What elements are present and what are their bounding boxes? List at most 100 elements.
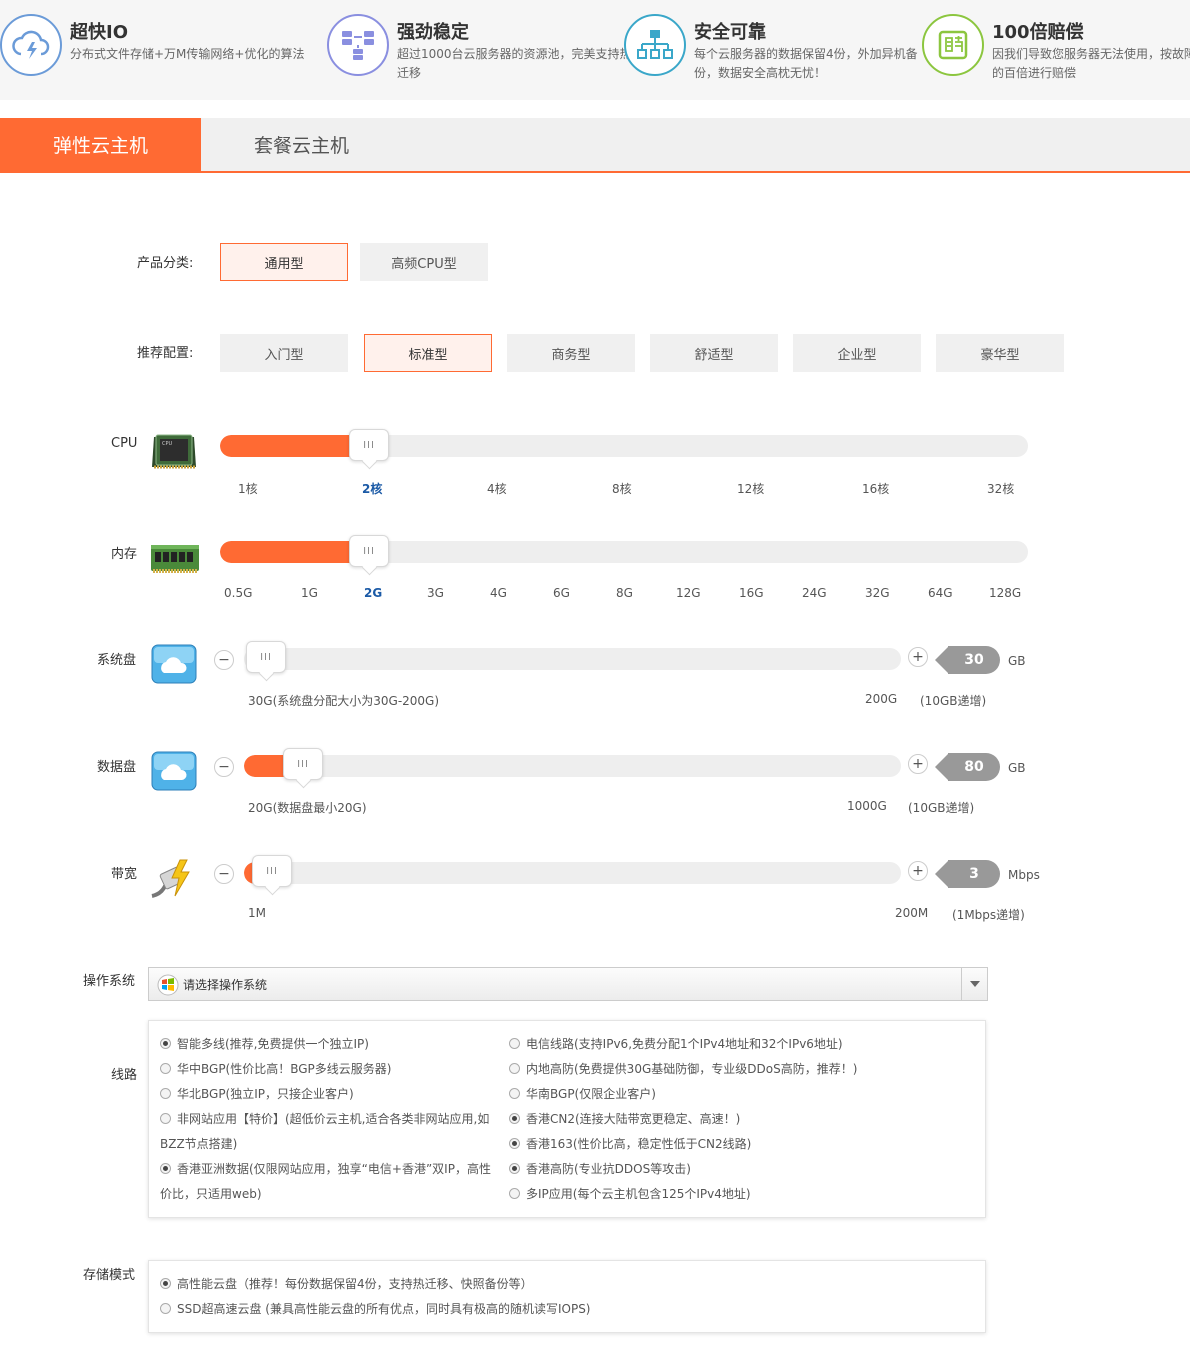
radio-button[interactable] bbox=[160, 1038, 171, 1049]
cpu-tick[interactable]: 4核 bbox=[487, 480, 507, 497]
memory-tick[interactable]: 16G bbox=[739, 586, 764, 600]
network-tree-icon bbox=[624, 14, 686, 76]
line-option-multi-ip[interactable]: 多IP应用(每个云主机包含125个IPv4地址) bbox=[509, 1182, 751, 1207]
category-option-general[interactable]: 通用型 bbox=[220, 243, 348, 281]
memory-tick[interactable]: 1G bbox=[301, 586, 318, 600]
memory-tick[interactable]: 64G bbox=[928, 586, 953, 600]
svg-text:CPU: CPU bbox=[162, 441, 173, 447]
storage-option-ssd[interactable]: SSD超高速云盘 (兼具高性能云盘的所有优点，同时具有极高的随机读写IOPS) bbox=[160, 1297, 591, 1322]
preset-option-business[interactable]: 商务型 bbox=[507, 334, 635, 372]
bandwidth-max-label: 200M bbox=[895, 906, 929, 920]
storage-label: 存储模式 bbox=[83, 1268, 136, 1283]
line-option-south-bgp[interactable]: 华南BGP(仅限企业客户) bbox=[509, 1082, 656, 1107]
line-option-mainland-ddos[interactable]: 内地高防(免费提供30G基础防御，专业级DDoS高防，推荐！) bbox=[509, 1057, 857, 1082]
radio-label: 香港CN2(连接大陆带宽更稳定、高速！) bbox=[526, 1112, 741, 1126]
memory-tick[interactable]: 128G bbox=[989, 586, 1021, 600]
system-disk-max-label: 200G bbox=[865, 692, 898, 706]
radio-button[interactable] bbox=[509, 1163, 520, 1174]
memory-slider-track[interactable] bbox=[220, 541, 1028, 563]
data-disk-increase-button[interactable]: + bbox=[908, 754, 928, 774]
cpu-tick[interactable]: 32核 bbox=[987, 480, 1014, 497]
cpu-tick[interactable]: 1核 bbox=[238, 480, 258, 497]
system-disk-decrease-button[interactable]: − bbox=[214, 650, 234, 670]
cpu-tick-selected[interactable]: 2核 bbox=[362, 480, 382, 497]
compensation-icon bbox=[922, 14, 984, 76]
line-option-smart-multiline[interactable]: 智能多线(推荐,免费提供一个独立IP) bbox=[160, 1032, 369, 1057]
bandwidth-slider-handle[interactable]: III bbox=[252, 855, 292, 887]
line-option-non-web[interactable]: 非网站应用【特价】(超低价云主机,适合各类非网站应用,如 bbox=[160, 1107, 489, 1132]
radio-button[interactable] bbox=[160, 1278, 171, 1289]
radio-button[interactable] bbox=[160, 1113, 171, 1124]
radio-label: 香港高防(专业抗DDOS等攻击) bbox=[526, 1162, 691, 1176]
memory-tick[interactable]: 24G bbox=[802, 586, 827, 600]
line-option-hk-163[interactable]: 香港163(性价比高，稳定性低于CN2线路) bbox=[509, 1132, 751, 1157]
feature-strip: 超快IO 分布式文件存储+万M传输网络+优化的算法 强劲稳定 超过1000台云服… bbox=[0, 0, 1190, 100]
data-disk-step-label: (10GB递增) bbox=[908, 801, 975, 815]
system-disk-increase-button[interactable]: + bbox=[908, 647, 928, 667]
preset-option-standard[interactable]: 标准型 bbox=[364, 334, 492, 372]
radio-label: 华中BGP(性价比高！BGP多线云服务器) bbox=[177, 1062, 392, 1076]
radio-button[interactable] bbox=[509, 1113, 520, 1124]
system-disk-value: 30 bbox=[948, 646, 1000, 674]
preset-option-entry[interactable]: 入门型 bbox=[220, 334, 348, 372]
radio-button[interactable] bbox=[509, 1138, 520, 1149]
memory-tick[interactable]: 8G bbox=[616, 586, 633, 600]
feature-title: 安全可靠 bbox=[694, 22, 766, 43]
chevron-down-icon[interactable] bbox=[961, 968, 987, 1000]
tab-package-host[interactable]: 套餐云主机 bbox=[201, 118, 402, 171]
preset-option-enterprise[interactable]: 企业型 bbox=[793, 334, 921, 372]
cpu-label: CPU bbox=[111, 436, 138, 451]
feature-title: 强劲稳定 bbox=[397, 22, 469, 43]
memory-tick[interactable]: 4G bbox=[490, 586, 507, 600]
radio-button[interactable] bbox=[160, 1088, 171, 1099]
line-option-hk-cn2[interactable]: 香港CN2(连接大陆带宽更稳定、高速！) bbox=[509, 1107, 740, 1132]
radio-button[interactable] bbox=[509, 1063, 520, 1074]
data-disk-decrease-button[interactable]: − bbox=[214, 757, 234, 777]
memory-tick-selected[interactable]: 2G bbox=[364, 586, 382, 600]
cpu-tick[interactable]: 16核 bbox=[862, 480, 889, 497]
line-option-central-bgp[interactable]: 华中BGP(性价比高！BGP多线云服务器) bbox=[160, 1057, 391, 1082]
ram-module-icon bbox=[150, 541, 200, 581]
bandwidth-unit: Mbps bbox=[1008, 868, 1040, 882]
radio-button[interactable] bbox=[160, 1303, 171, 1314]
os-select[interactable]: 请选择操作系统 bbox=[148, 967, 988, 1001]
line-option-telecom[interactable]: 电信线路(支持IPv6,免费分配1个IPv4地址和32个IPv6地址) bbox=[509, 1032, 843, 1057]
line-options-panel: 智能多线(推荐,免费提供一个独立IP) 华中BGP(性价比高！BGP多线云服务器… bbox=[148, 1020, 986, 1218]
memory-tick[interactable]: 6G bbox=[553, 586, 570, 600]
memory-tick[interactable]: 32G bbox=[865, 586, 890, 600]
cpu-slider-track[interactable] bbox=[220, 435, 1028, 457]
data-disk-slider-handle[interactable]: III bbox=[283, 748, 323, 780]
memory-slider-handle[interactable]: III bbox=[349, 535, 389, 567]
storage-option-high-perf[interactable]: 高性能云盘（推荐！每份数据保留4份，支持热迁移、快照备份等） bbox=[160, 1272, 533, 1297]
line-option-hk-ddos[interactable]: 香港高防(专业抗DDOS等攻击) bbox=[509, 1157, 691, 1182]
memory-tick[interactable]: 12G bbox=[676, 586, 701, 600]
network-cable-icon bbox=[150, 856, 200, 906]
bandwidth-slider-track[interactable] bbox=[244, 862, 901, 884]
bandwidth-increase-button[interactable]: + bbox=[908, 861, 928, 881]
tab-elastic-host[interactable]: 弹性云主机 bbox=[0, 118, 201, 171]
radio-label: SSD超高速云盘 (兼具高性能云盘的所有优点，同时具有极高的随机读写IOPS) bbox=[177, 1302, 591, 1316]
bandwidth-decrease-button[interactable]: − bbox=[214, 864, 234, 884]
radio-button[interactable] bbox=[160, 1163, 171, 1174]
category-option-high-freq-cpu[interactable]: 高频CPU型 bbox=[360, 243, 488, 281]
data-disk-slider-track[interactable] bbox=[244, 755, 901, 777]
radio-button[interactable] bbox=[509, 1038, 520, 1049]
line-option-hk-asia-data[interactable]: 香港亚洲数据(仅限网站应用，独享“电信+香港”双IP，高性 bbox=[160, 1157, 491, 1182]
system-disk-slider-handle[interactable]: III bbox=[246, 641, 286, 673]
cpu-tick[interactable]: 12核 bbox=[737, 480, 764, 497]
system-disk-slider-track[interactable] bbox=[244, 648, 901, 670]
memory-tick[interactable]: 3G bbox=[427, 586, 444, 600]
radio-label: 多IP应用(每个云主机包含125个IPv4地址) bbox=[526, 1187, 751, 1201]
preset-option-comfort[interactable]: 舒适型 bbox=[650, 334, 778, 372]
preset-option-luxury[interactable]: 豪华型 bbox=[936, 334, 1064, 372]
radio-button[interactable] bbox=[509, 1088, 520, 1099]
radio-button[interactable] bbox=[509, 1188, 520, 1199]
cpu-slider-handle[interactable]: III bbox=[349, 429, 389, 461]
data-disk-label: 数据盘 bbox=[97, 760, 137, 775]
line-option-north-bgp[interactable]: 华北BGP(独立IP，只接企业客户) bbox=[160, 1082, 354, 1107]
data-disk-max-label: 1000G bbox=[847, 799, 887, 813]
feature-desc: 因我们导致您服务器无法使用，按故障时间的百倍进行赔偿 bbox=[992, 47, 1190, 80]
memory-tick[interactable]: 0.5G bbox=[224, 586, 252, 600]
cpu-tick[interactable]: 8核 bbox=[612, 480, 632, 497]
radio-button[interactable] bbox=[160, 1063, 171, 1074]
